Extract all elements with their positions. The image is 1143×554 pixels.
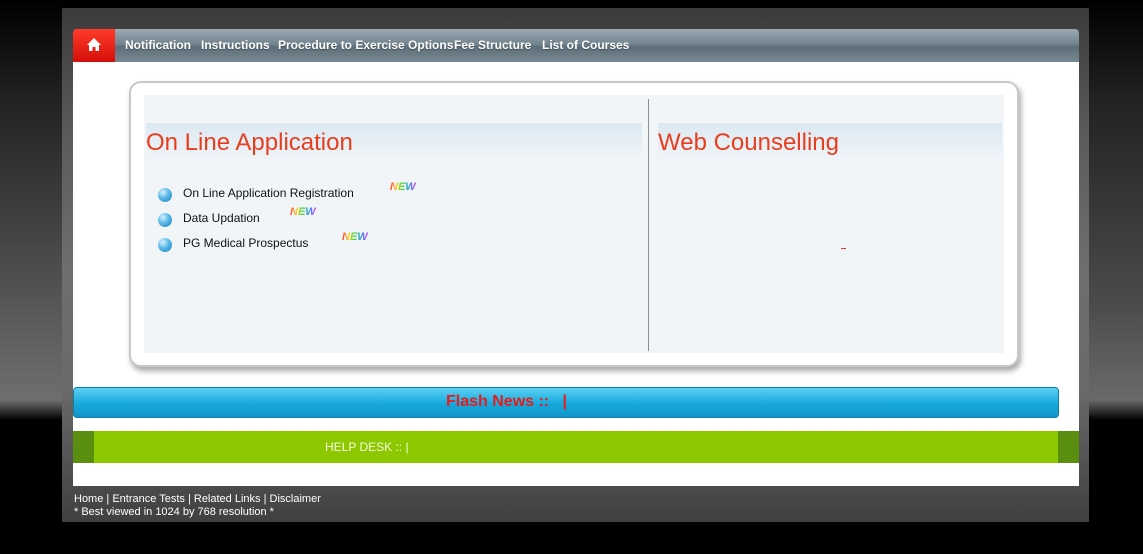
bottom-band xyxy=(0,522,1143,554)
new-badge: NEW xyxy=(390,181,416,193)
flash-news-separator: | xyxy=(562,393,567,410)
bullet-icon xyxy=(158,188,172,202)
small-dash-mark xyxy=(841,248,846,249)
flash-news-bar: Flash News :: | xyxy=(73,387,1059,418)
bullet-icon xyxy=(158,213,172,227)
nav-fee-structure[interactable]: Fee Structure xyxy=(454,38,531,52)
online-application-title: On Line Application xyxy=(146,129,353,156)
help-desk-right-cap xyxy=(1058,431,1079,463)
online-registration-link[interactable]: On Line Application Registration xyxy=(183,186,354,200)
list-item[interactable]: PG Medical Prospectus NEW xyxy=(158,231,398,255)
nav-notification[interactable]: Notification xyxy=(125,38,191,52)
footer-links: Home | Entrance Tests | Related Links | … xyxy=(74,493,321,505)
home-icon xyxy=(87,38,101,51)
list-item[interactable]: On Line Application Registration NEW xyxy=(158,181,438,205)
main-navbar: Notification Instructions Procedure to E… xyxy=(73,29,1079,62)
footer-disclaimer-link[interactable]: Disclaimer xyxy=(270,493,321,505)
column-divider xyxy=(648,99,649,351)
nav-instructions[interactable]: Instructions xyxy=(201,38,270,52)
home-button[interactable] xyxy=(73,29,115,62)
nav-procedure-options[interactable]: Procedure to Exercise Options xyxy=(278,38,453,52)
footer-separator: | xyxy=(103,493,113,505)
footer-entrance-tests-link[interactable]: Entrance Tests xyxy=(112,493,185,505)
bullet-icon xyxy=(158,238,172,252)
data-updation-link[interactable]: Data Updation xyxy=(183,211,260,225)
footer-home-link[interactable]: Home xyxy=(74,493,103,505)
flash-news-label: Flash News :: | xyxy=(446,393,567,411)
footer-separator: | xyxy=(260,493,270,505)
top-band xyxy=(0,0,1143,8)
help-desk-label: HELP DESK :: | xyxy=(325,440,409,454)
panel-inner: On Line Application Web Counselling On L… xyxy=(144,95,1004,353)
left-backdrop xyxy=(0,0,62,554)
new-badge: NEW xyxy=(290,206,316,218)
right-backdrop xyxy=(1083,0,1143,554)
help-desk-bar: HELP DESK :: | xyxy=(73,431,1079,463)
flash-news-title: Flash News :: xyxy=(446,393,550,410)
main-panel: On Line Application Web Counselling On L… xyxy=(129,81,1019,367)
pg-prospectus-link[interactable]: PG Medical Prospectus xyxy=(183,236,308,250)
new-badge: NEW xyxy=(342,231,368,243)
footer-related-links-link[interactable]: Related Links xyxy=(194,493,261,505)
footer-separator: | xyxy=(184,493,194,505)
resolution-note: * Best viewed in 1024 by 768 resolution … xyxy=(74,506,274,518)
nav-list-of-courses[interactable]: List of Courses xyxy=(542,38,629,52)
web-counselling-title: Web Counselling xyxy=(658,129,839,156)
content-area: On Line Application Web Counselling On L… xyxy=(73,62,1079,486)
help-desk-left-cap xyxy=(73,431,94,463)
list-item[interactable]: Data Updation NEW xyxy=(158,206,358,230)
